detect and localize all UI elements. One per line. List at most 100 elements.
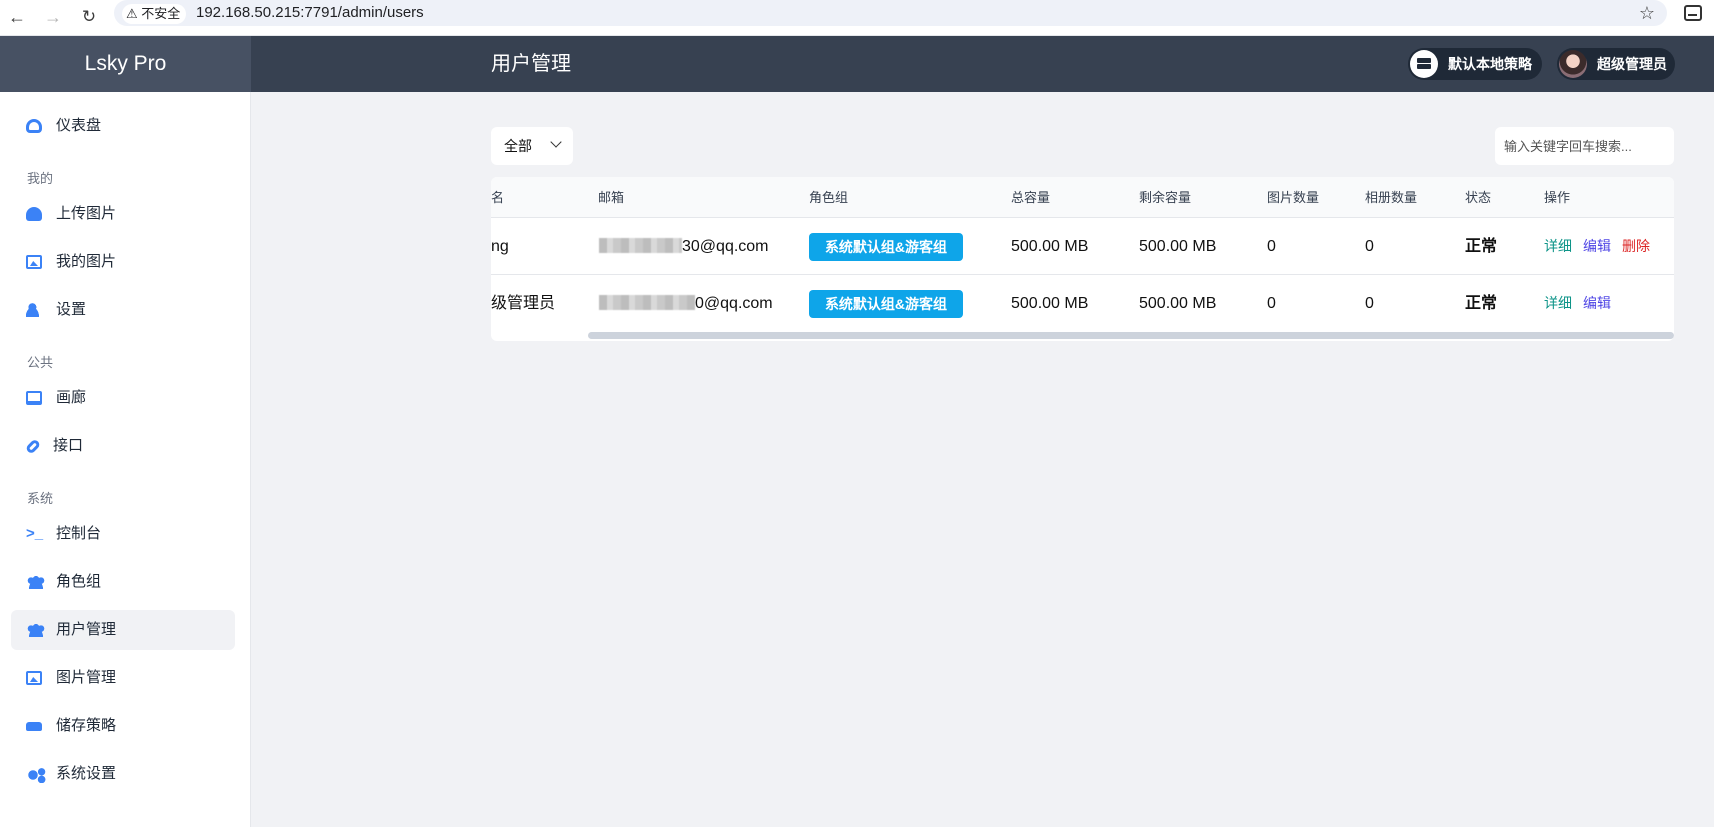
images-icon	[26, 671, 42, 685]
browser-toolbar: ← → ↻ ⚠ 不安全 192.168.50.215:7791/admin/us…	[0, 0, 1714, 36]
status-badge: 正常	[1465, 295, 1498, 312]
cell-email: 0@qq.com	[695, 295, 773, 312]
server-icon	[1410, 50, 1438, 78]
user-cog-icon	[26, 303, 42, 317]
filter-select[interactable]: 全部	[491, 127, 573, 165]
strategy-label: 默认本地策略	[1448, 56, 1532, 72]
column-header-group: 角色组	[809, 190, 849, 205]
detail-link[interactable]: 详细	[1544, 218, 1572, 275]
hard-drive-icon	[26, 722, 42, 731]
column-header-name: 名	[491, 190, 505, 205]
filter-selected-value: 全部	[504, 138, 532, 154]
user-menu-button[interactable]: 超级管理员	[1557, 48, 1675, 80]
cell-capacity: 500.00 MB	[1011, 295, 1089, 312]
sidebar-item-label: 角色组	[56, 573, 102, 590]
status-badge: 正常	[1465, 238, 1498, 255]
url-text[interactable]: 192.168.50.215:7791/admin/users	[196, 2, 424, 24]
sidebar-item-dashboard[interactable]: 仪表盘	[11, 106, 235, 146]
column-header-capacity: 总容量	[1011, 190, 1051, 205]
users-icon	[26, 575, 46, 589]
sidebar-item-label: 设置	[56, 301, 87, 318]
terminal-icon: >_	[26, 525, 44, 542]
security-indicator[interactable]: ⚠ 不安全	[122, 4, 187, 24]
sidebar-item-images[interactable]: 图片管理	[11, 658, 235, 698]
sidebar: 仪表盘 我的 上传图片 我的图片 设置 公共 画廊 接口 系统 >_ 控制台 角…	[0, 92, 251, 827]
sidebar-item-upload[interactable]: 上传图片	[11, 194, 235, 234]
sidebar-item-label: 我的图片	[56, 253, 117, 270]
group-badge: 系统默认组&游客组	[809, 233, 963, 261]
sidebar-item-label: 图片管理	[56, 669, 117, 686]
redacted-email-part	[599, 295, 695, 310]
cell-name: 级管理员	[491, 295, 556, 312]
cell-capacity: 500.00 MB	[1011, 238, 1089, 255]
column-header-images: 图片数量	[1267, 190, 1320, 205]
users-cog-icon	[26, 623, 46, 637]
column-header-status: 状态	[1465, 190, 1492, 205]
users-table: 名 邮箱 角色组 总容量 剩余容量 图片数量 相册数量 状态 操作 ng 30@…	[491, 177, 1674, 341]
cell-name: ng	[491, 238, 509, 255]
column-header-remaining: 剩余容量	[1139, 190, 1192, 205]
cogs-icon	[26, 767, 46, 783]
cell-remaining: 500.00 MB	[1139, 295, 1217, 312]
edit-link[interactable]: 编辑	[1583, 275, 1611, 332]
sidebar-item-label: 控制台	[56, 525, 102, 542]
link-icon	[24, 438, 42, 455]
detail-link[interactable]: 详细	[1544, 275, 1572, 332]
table-header: 名 邮箱 角色组 总容量 剩余容量 图片数量 相册数量 状态 操作	[491, 177, 1674, 218]
table-row: ng 30@qq.com 系统默认组&游客组 500.00 MB 500.00 …	[491, 218, 1674, 275]
column-header-actions: 操作	[1544, 190, 1571, 205]
sidebar-item-label: 储存策略	[56, 717, 117, 734]
cell-albums: 0	[1365, 238, 1374, 255]
chevron-down-icon	[550, 136, 562, 148]
sidebar-item-label: 仪表盘	[56, 117, 102, 134]
back-arrow-icon[interactable]: ←	[4, 4, 30, 30]
extension-icon[interactable]	[1684, 5, 1702, 21]
horizontal-scrollbar[interactable]	[588, 332, 1674, 339]
sidebar-item-gallery[interactable]: 画廊	[11, 378, 235, 418]
sidebar-item-system-settings[interactable]: 系统设置	[11, 754, 235, 794]
top-header: 用户管理 默认本地策略 超级管理员	[251, 36, 1714, 92]
sidebar-item-console[interactable]: >_ 控制台	[11, 514, 235, 554]
sidebar-item-users[interactable]: 用户管理	[11, 610, 235, 650]
forward-arrow-icon[interactable]: →	[40, 4, 66, 30]
sidebar-item-label: 接口	[53, 437, 84, 454]
bookmark-star-icon[interactable]: ☆	[1639, 2, 1655, 24]
sidebar-item-label: 系统设置	[56, 765, 117, 782]
sidebar-item-label: 上传图片	[56, 205, 117, 222]
section-label-mine: 我的	[27, 171, 54, 186]
table-row: 级管理员 0@qq.com 系统默认组&游客组 500.00 MB 500.00…	[491, 275, 1674, 332]
cell-remaining: 500.00 MB	[1139, 238, 1217, 255]
sidebar-item-settings[interactable]: 设置	[11, 290, 235, 330]
delete-link[interactable]: 删除	[1622, 218, 1650, 275]
cell-albums: 0	[1365, 295, 1374, 312]
section-label-public: 公共	[27, 355, 54, 370]
laptop-icon	[26, 391, 42, 405]
edit-link[interactable]: 编辑	[1583, 218, 1611, 275]
cell-email: 30@qq.com	[682, 238, 769, 255]
group-badge: 系统默认组&游客组	[809, 290, 963, 318]
reload-icon[interactable]: ↻	[76, 4, 102, 30]
avatar	[1559, 50, 1587, 78]
cloud-upload-icon	[26, 207, 42, 221]
sidebar-item-api[interactable]: 接口	[11, 426, 235, 466]
security-label: 不安全	[141, 6, 181, 21]
cell-images: 0	[1267, 238, 1276, 255]
address-bar[interactable]: ⚠ 不安全 192.168.50.215:7791/admin/users ☆	[114, 0, 1667, 26]
page-title: 用户管理	[491, 53, 571, 75]
sidebar-item-label: 画廊	[56, 389, 87, 406]
section-label-system: 系统	[27, 491, 54, 506]
dashboard-icon	[26, 119, 42, 133]
images-icon	[26, 255, 42, 269]
column-header-email: 邮箱	[598, 190, 625, 205]
user-name: 超级管理员	[1597, 56, 1667, 72]
strategy-switch-button[interactable]: 默认本地策略	[1408, 48, 1542, 80]
sidebar-item-groups[interactable]: 角色组	[11, 562, 235, 602]
sidebar-item-strategies[interactable]: 储存策略	[11, 706, 235, 746]
search-input[interactable]	[1495, 127, 1674, 165]
cell-images: 0	[1267, 295, 1276, 312]
redacted-email-part	[599, 238, 682, 253]
brand-logo[interactable]: Lsky Pro	[0, 36, 251, 92]
sidebar-item-my-images[interactable]: 我的图片	[11, 242, 235, 282]
column-header-albums: 相册数量	[1365, 190, 1418, 205]
sidebar-item-label: 用户管理	[56, 621, 117, 638]
